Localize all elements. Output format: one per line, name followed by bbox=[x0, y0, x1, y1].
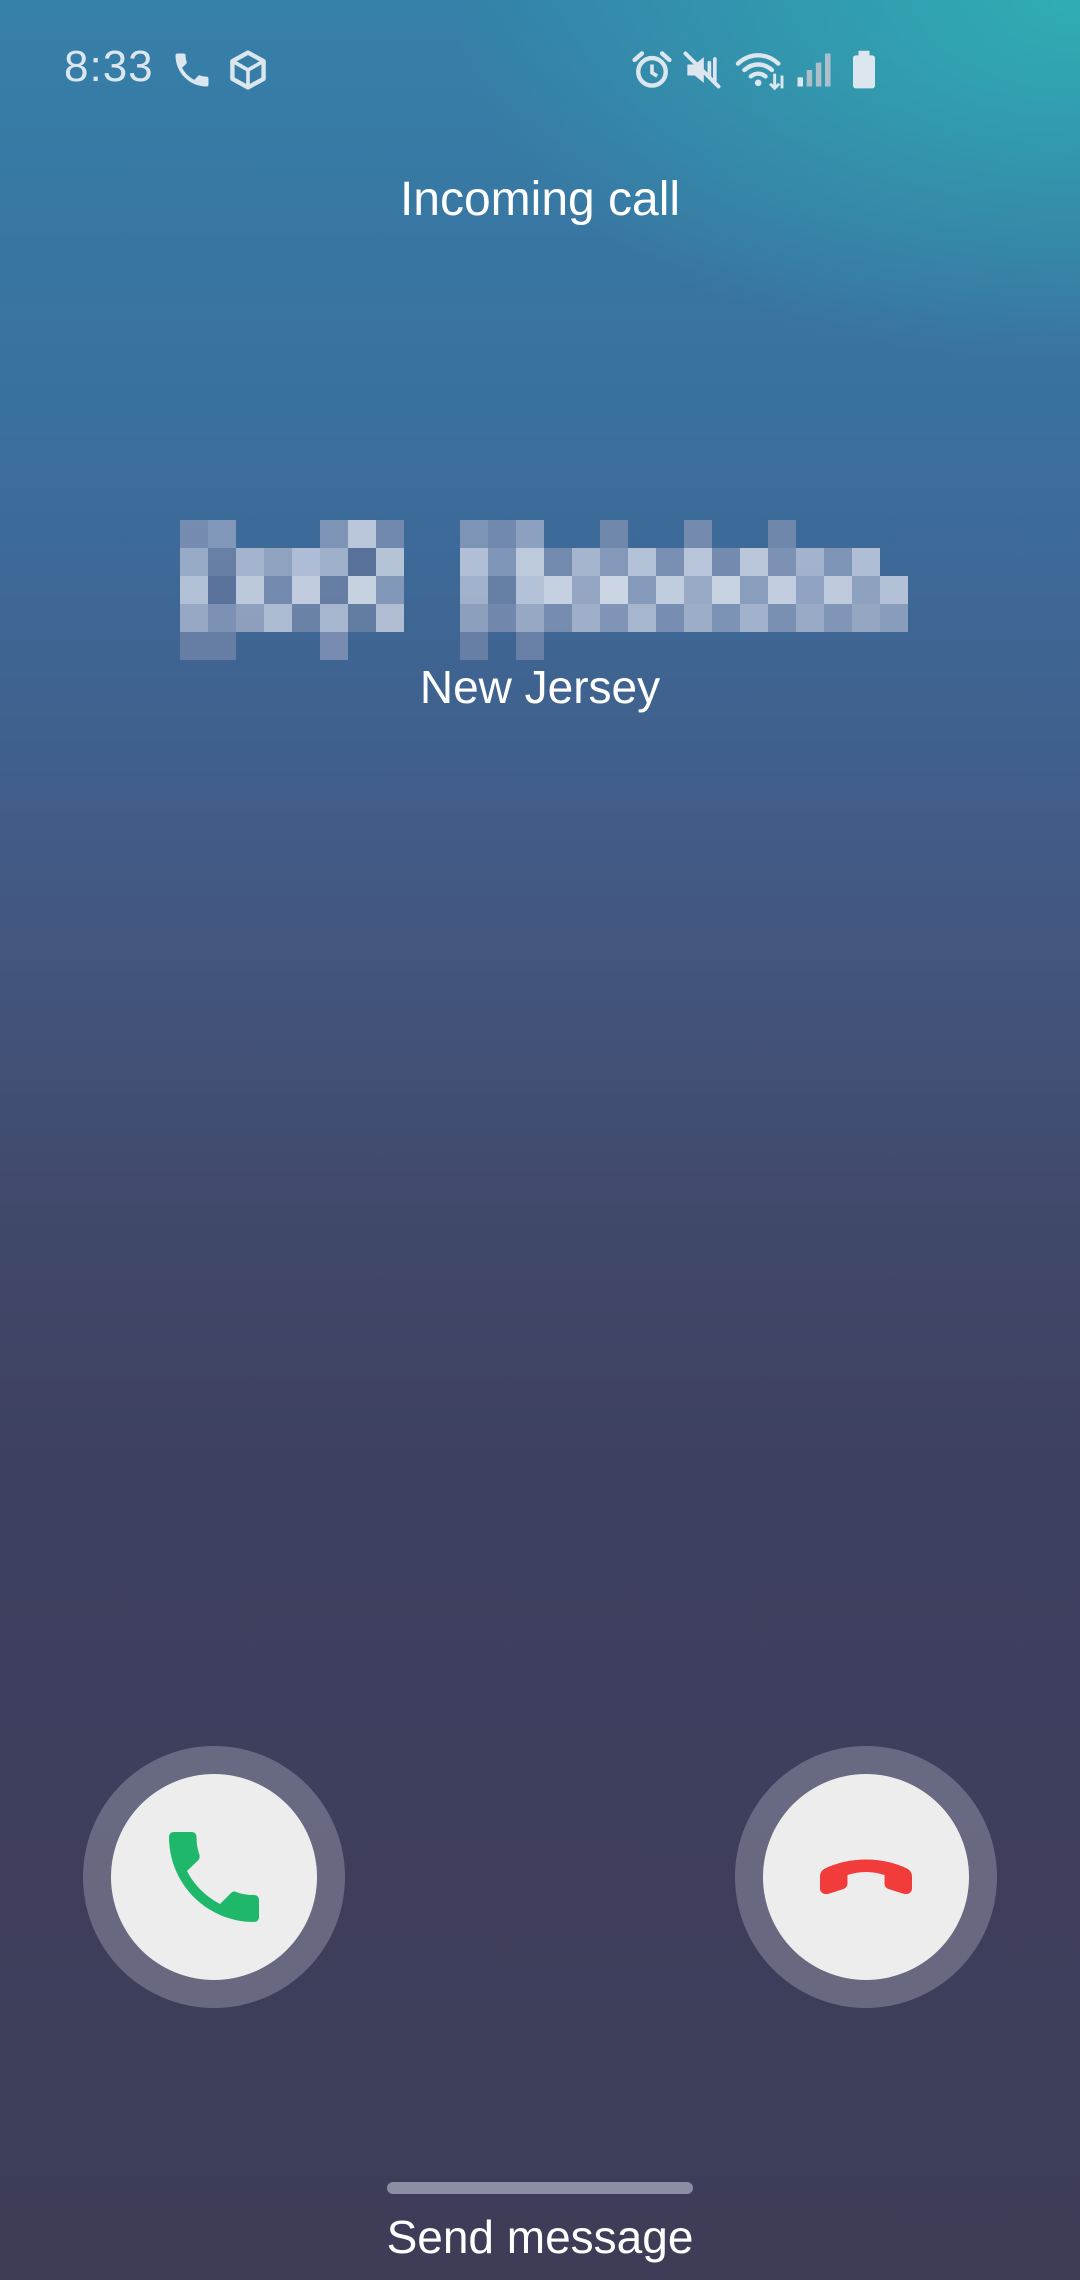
decline-call-button-face[interactable] bbox=[763, 1774, 969, 1980]
swipe-handle-bar[interactable] bbox=[387, 2182, 693, 2194]
vibrate-mute-icon bbox=[680, 48, 724, 92]
incoming-call-label: Incoming call bbox=[399, 173, 681, 226]
battery-icon bbox=[842, 48, 886, 92]
accept-call-button[interactable] bbox=[83, 1746, 345, 2008]
wifi-icon bbox=[734, 48, 786, 92]
alarm-icon bbox=[630, 48, 674, 92]
status-time: 8:33 bbox=[64, 42, 154, 91]
caller-location: New Jersey bbox=[419, 661, 661, 713]
status-bar: 8:33 bbox=[0, 0, 1080, 140]
decline-call-button[interactable] bbox=[735, 1746, 997, 2008]
phone-call-icon bbox=[170, 48, 214, 92]
phone-answer-icon bbox=[169, 1832, 259, 1922]
signal-icon bbox=[792, 48, 836, 92]
accept-call-button-face[interactable] bbox=[111, 1774, 317, 1980]
cube-app-icon bbox=[226, 48, 270, 92]
incoming-call-screen: 8:33 Incoming call New Jersey Send messa… bbox=[0, 0, 1080, 2280]
send-message-button[interactable]: Send message bbox=[0, 2210, 1080, 2264]
caller-name-redacted bbox=[180, 520, 910, 660]
phone-hangup-icon bbox=[820, 1859, 912, 1894]
